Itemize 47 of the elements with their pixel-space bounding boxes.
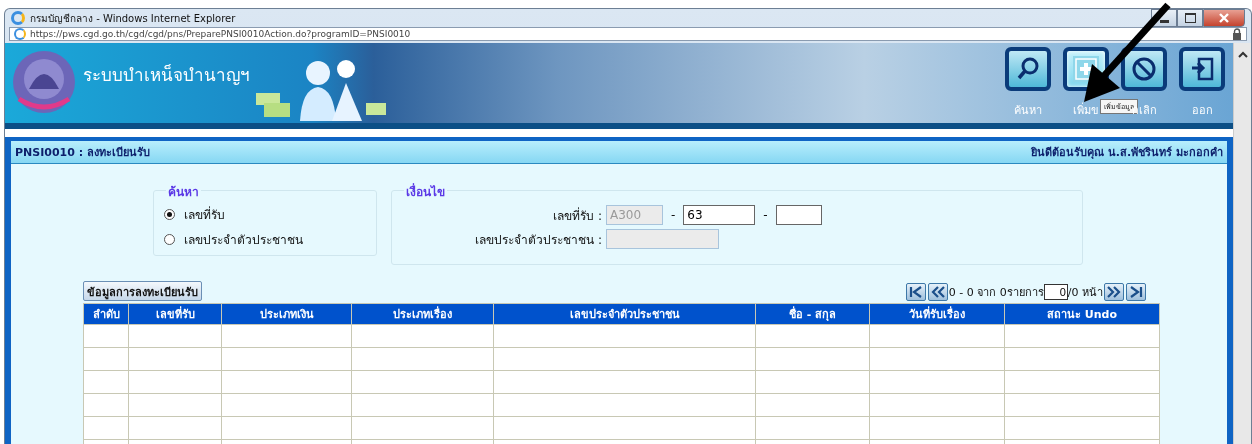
search-icon: [1015, 56, 1041, 82]
column-header: ลำดับ: [83, 303, 129, 325]
welcome-text: ยินดีต้อนรับคุณ น.ส.พัชรินทร์ มะกอกคำ: [1030, 145, 1223, 161]
column-header: ชื่อ - สกุล: [755, 303, 870, 325]
column-header: เลขที่รับ: [128, 303, 222, 325]
window-title: กรมบัญชีกลาง - Windows Internet Explorer: [30, 11, 237, 26]
cancel-toolbar-button[interactable]: [1121, 47, 1167, 91]
toolbar-label: เพิ่มข: [1073, 104, 1099, 117]
close-button[interactable]: [1203, 9, 1245, 27]
next-page-button[interactable]: [1104, 283, 1124, 301]
door-arrow-icon: [1189, 56, 1215, 82]
registration-data-button[interactable]: ข้อมูลการลงทะเบียนรับ: [83, 281, 202, 301]
radio-label: เลขที่รับ: [184, 205, 225, 224]
column-header: เลขประจำตัวประชาชน: [493, 303, 756, 325]
page-number-field[interactable]: 0: [1043, 284, 1068, 300]
input-field[interactable]: [775, 205, 822, 225]
column-header: วันที่รับเรื่อง: [869, 303, 1005, 325]
scroll-up-icon: [1237, 51, 1248, 58]
panel-title: PNSI0010 : ลงทะเบียนรับ: [15, 145, 150, 161]
first-page-button[interactable]: [905, 283, 926, 301]
maximize-button[interactable]: [1177, 9, 1203, 27]
vertical-scrollbar[interactable]: [1233, 43, 1251, 444]
lock-icon: [1232, 28, 1242, 40]
toolbar-label: ค้นหา: [1014, 104, 1042, 117]
separator-text: -: [671, 208, 676, 222]
page-icon: [14, 28, 26, 40]
field-label: เลขประจำตัวประชาชน :: [474, 231, 602, 249]
system-title: ระบบบำเหน็จบำนาญฯ: [83, 63, 250, 87]
radio-label: เลขประจำตัวประชาชน: [184, 232, 303, 249]
column-header: ประเภทเงิน: [221, 303, 352, 325]
input-field[interactable]: 63: [683, 205, 756, 225]
separator-text: -: [763, 208, 768, 222]
search-toolbar-button[interactable]: [1005, 47, 1051, 91]
column-header: สถานะ Undo: [1004, 303, 1160, 325]
radio-button[interactable]: [164, 209, 175, 220]
prohibited-icon: [1131, 56, 1157, 82]
field-label: เลขที่รับ :: [552, 206, 602, 225]
record-range: 0 - 0 จาก 0รายการ: [948, 285, 1044, 301]
last-page-button[interactable]: [1126, 283, 1146, 301]
emblem-drawing: [11, 49, 77, 115]
exit-toolbar-button[interactable]: [1179, 47, 1225, 91]
column-header: ประเภทเรื่อง: [351, 303, 494, 325]
page-count: /0 หน้า: [1067, 285, 1103, 301]
close-icon: [1218, 13, 1230, 23]
toolbar-label: ออก: [1191, 104, 1213, 117]
previous-page-button[interactable]: [927, 283, 948, 301]
radio-button[interactable]: [164, 234, 175, 245]
